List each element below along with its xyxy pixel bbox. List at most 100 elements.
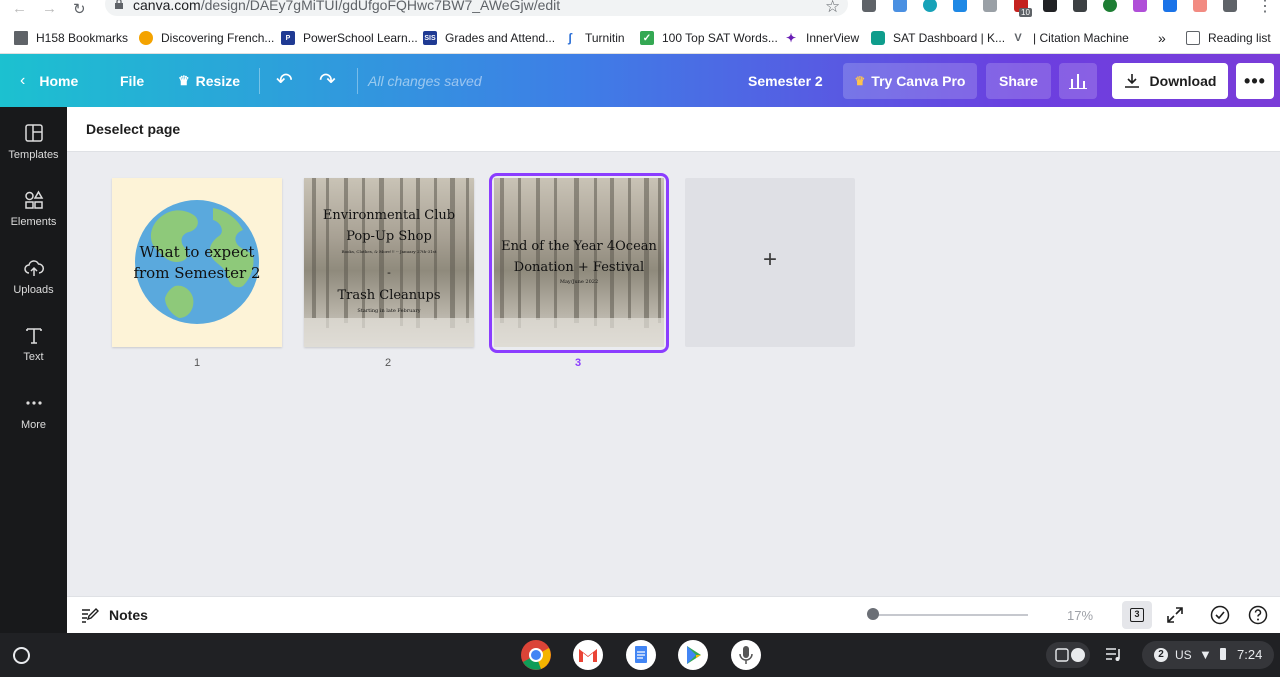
bookmarks-overflow[interactable]: » <box>1158 30 1166 46</box>
zoom-slider-track[interactable] <box>873 614 1028 616</box>
redo-icon[interactable]: ↷ <box>319 54 336 107</box>
insights-button[interactable] <box>1059 63 1097 99</box>
undo-icon[interactable]: ↶ <box>276 54 293 107</box>
sidebar-item-more[interactable]: More <box>0 393 67 453</box>
zoom-slider-knob[interactable] <box>867 608 879 620</box>
extension-badge-count: 10 <box>1019 8 1032 17</box>
save-status: All changes saved <box>368 72 482 89</box>
extension-arrow-icon[interactable] <box>1193 0 1207 12</box>
divider <box>259 68 260 94</box>
page-2-subtitle-1: Books, Clothes, & More!!! -- January 27t… <box>341 249 437 254</box>
chevron-left-icon: ‹ <box>20 71 26 89</box>
play-store-icon[interactable] <box>677 639 709 671</box>
extension-sw-icon[interactable] <box>1133 0 1147 12</box>
turnitin-icon: ʃ <box>563 31 577 45</box>
bookmark-powerschool[interactable]: P PowerSchool Learn... <box>281 30 418 46</box>
chrome-icon[interactable] <box>520 639 552 671</box>
reload-icon[interactable]: ↻ <box>73 0 86 18</box>
page-number-1: 1 <box>193 357 201 369</box>
circle-icon <box>139 31 153 45</box>
browser-menu-icon[interactable]: ⋮ <box>1257 0 1273 16</box>
deselect-page-button[interactable]: Deselect page <box>86 121 180 137</box>
share-button[interactable]: Share <box>986 63 1051 99</box>
playlist-icon[interactable] <box>1104 645 1124 665</box>
innerview-icon: ✦ <box>784 31 798 45</box>
text-icon <box>26 328 42 344</box>
bookmark-sat-words[interactable]: ✓ 100 Top SAT Words... <box>640 30 778 46</box>
battery-icon <box>1220 648 1226 660</box>
address-bar[interactable]: canva.com/design/DAEy7gMiTUI/gdUfgoFQHwc… <box>105 0 848 16</box>
sis-icon: SIS <box>423 31 437 45</box>
docs-icon[interactable] <box>625 639 657 671</box>
bookmark-h158[interactable]: H158 Bookmarks <box>14 30 128 46</box>
bookmark-citation[interactable]: V | Citation Machine <box>1011 30 1129 46</box>
back-icon[interactable]: ← <box>12 0 27 17</box>
os-shelf: 2 US ▼ 7:24 <box>0 633 1280 677</box>
page-3-title-2: Donation + Festival <box>513 260 645 275</box>
divider <box>357 68 358 94</box>
reading-list-icon <box>1186 31 1200 45</box>
extension-lp-icon[interactable] <box>1103 0 1117 12</box>
extension-box-icon[interactable] <box>1073 0 1087 12</box>
extension-cloud-icon[interactable] <box>953 0 967 12</box>
page-count: 3 <box>1130 608 1144 622</box>
elements-icon <box>25 190 44 209</box>
sidebar-item-elements[interactable]: Elements <box>0 190 67 250</box>
sidebar-item-text[interactable]: Text <box>0 325 67 385</box>
page-thumbnail-2[interactable]: Environmental Club Pop-Up Shop Books, Cl… <box>304 178 474 347</box>
extension-globe-icon[interactable] <box>923 0 937 12</box>
try-canva-pro-button[interactable]: ♛ Try Canva Pro <box>843 63 977 99</box>
page-count-button[interactable]: 3 <box>1122 601 1152 629</box>
gmail-icon[interactable] <box>572 639 604 671</box>
page-2-subtitle-2: Starting in late February <box>357 308 421 314</box>
check-circle-icon[interactable] <box>1210 605 1230 625</box>
zoom-level[interactable]: 17% <box>1067 608 1093 623</box>
sidebar-item-templates[interactable]: Templates <box>0 123 67 183</box>
forward-icon[interactable]: → <box>42 0 57 17</box>
file-menu[interactable]: File <box>120 54 144 107</box>
home-button[interactable]: ‹ Home <box>20 54 78 107</box>
side-panel: Templates Elements Uploads Text More <box>0 107 67 633</box>
fullscreen-icon[interactable] <box>1166 606 1184 624</box>
sidebar-item-uploads[interactable]: Uploads <box>0 258 67 318</box>
bookmark-turnitin[interactable]: ʃ Turnitin <box>563 30 625 46</box>
page-toolbar: Deselect page <box>67 107 1280 152</box>
microphone-app-icon[interactable] <box>730 639 762 671</box>
page-3-title-1: End of the Year 4Ocean <box>501 239 657 254</box>
extension-download-icon[interactable] <box>893 0 907 12</box>
extensions-puzzle-icon[interactable] <box>1223 0 1237 12</box>
forest-background-image <box>304 178 474 347</box>
notes-button[interactable]: Notes <box>109 607 148 623</box>
bookmark-innerview[interactable]: ✦ InnerView <box>784 30 859 46</box>
bookmark-star-icon[interactable]: ☆ <box>825 0 840 17</box>
page-2-title-2: Pop-Up Shop <box>346 229 432 244</box>
plus-icon: + <box>762 246 777 273</box>
extension-copy-icon[interactable] <box>983 0 997 12</box>
url-host: canva.com <box>133 0 201 13</box>
resize-button[interactable]: ♛ Resize <box>178 54 240 107</box>
templates-icon <box>25 124 43 142</box>
launcher-icon[interactable] <box>13 647 30 664</box>
browser-toolbar: ← → ↻ canva.com/design/DAEy7gMiTUI/gdUfg… <box>0 0 1280 22</box>
footer-bar: Notes 17% 3 <box>67 596 1280 633</box>
reading-list-button[interactable]: Reading list <box>1186 30 1271 46</box>
extension-ninja-icon[interactable] <box>1043 0 1057 12</box>
bookmark-sat-dashboard[interactable]: SAT Dashboard | K... <box>871 30 1005 46</box>
more-options-button[interactable]: ••• <box>1236 63 1274 99</box>
add-page-button[interactable]: + <box>685 178 855 347</box>
download-button[interactable]: Download <box>1112 63 1228 99</box>
bookmark-grades[interactable]: SIS Grades and Attend... <box>423 30 555 46</box>
document-title[interactable]: Semester 2 <box>748 54 823 107</box>
status-tray[interactable]: 2 US ▼ 7:24 <box>1142 641 1274 669</box>
extension-pin-icon[interactable] <box>1163 0 1177 12</box>
extension-r-icon[interactable] <box>862 0 876 12</box>
help-icon[interactable] <box>1248 605 1268 625</box>
page-thumbnail-3[interactable]: End of the Year 4Ocean Donation + Festiv… <box>494 178 664 347</box>
page-thumbnail-1[interactable]: What to expect from Semester 2 <box>112 178 282 347</box>
folder-icon <box>14 31 28 45</box>
screen-capture-icon[interactable] <box>1046 642 1090 668</box>
bookmark-french[interactable]: Discovering French... <box>139 30 274 46</box>
page-2-title-3: Trash Cleanups <box>337 288 441 303</box>
check-icon: ✓ <box>640 31 654 45</box>
notes-icon <box>82 608 99 623</box>
